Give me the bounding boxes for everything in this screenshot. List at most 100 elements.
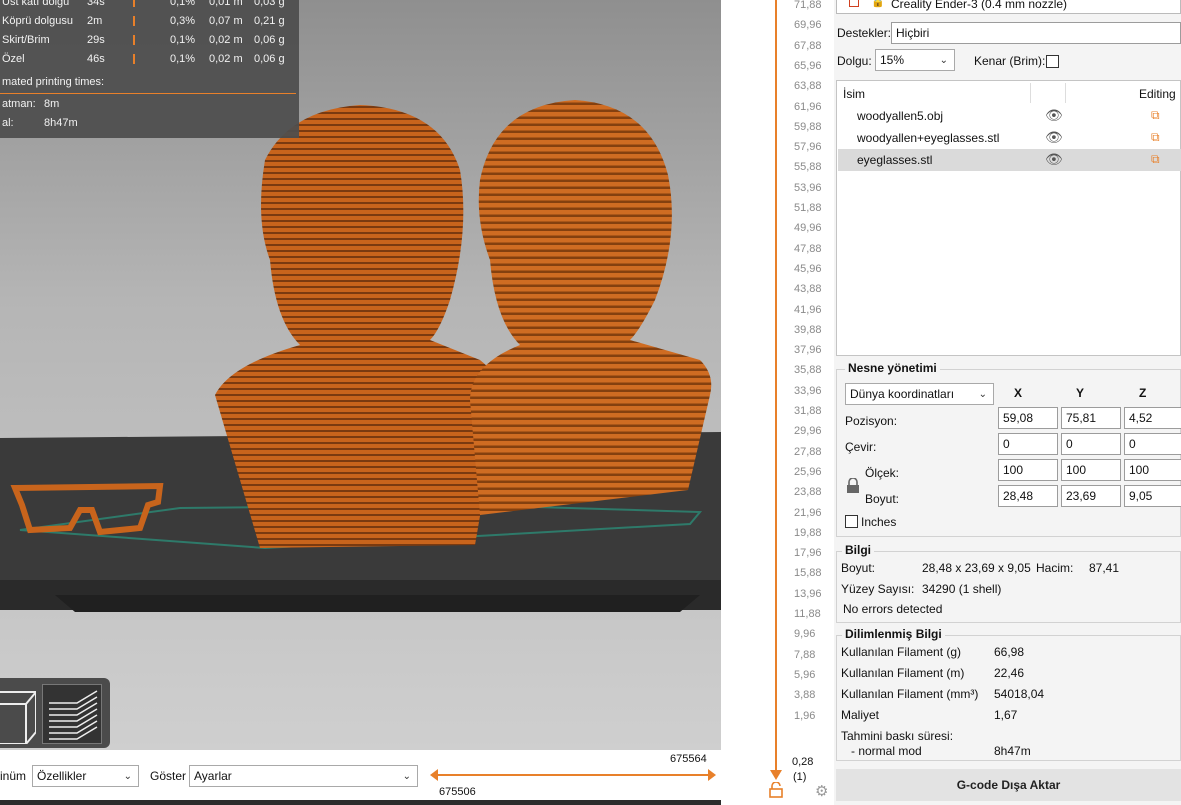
object-list-item[interactable]: woodyallen+eyeglasses.stl 👁 ⧉ — [838, 127, 1181, 149]
object-list-item-selected[interactable]: eyeglasses.stl 👁 ⧉ — [838, 149, 1181, 171]
sliced-row-label: Kullanılan Filament (m) — [841, 666, 965, 680]
column-y-label: Y — [1076, 386, 1085, 400]
rotate-label: Çevir: — [845, 440, 877, 454]
layer-tick-label: 13,96 — [794, 587, 822, 600]
layer-tick-label: 15,88 — [794, 567, 822, 580]
layer-tick-label: 1,96 — [794, 709, 816, 722]
layer-tick-label: 45,96 — [794, 262, 822, 275]
layer-tick-label: 19,88 — [794, 526, 822, 539]
layer-tick-label: 55,88 — [794, 161, 822, 174]
layer-tick-label: 27,88 — [794, 445, 822, 458]
3d-viewport[interactable]: Üst katı dolgu 34s 0,1% 0,01 m 0,03 g Köpr… — [0, 0, 721, 750]
slider-right-thumb-icon — [708, 769, 716, 781]
view-type-select[interactable]: Özellikler ⌄ — [32, 765, 139, 787]
size-z-input[interactable]: 9,05 — [1124, 485, 1181, 507]
layer-number-value: (1) — [793, 771, 807, 783]
chevron-down-icon: ⌄ — [123, 771, 132, 782]
hslider-lower-value: 675506 — [439, 786, 476, 798]
lock-icon[interactable] — [846, 478, 860, 494]
info-volume-value: 87,41 — [1089, 561, 1120, 575]
scale-x-input[interactable]: 100 — [998, 459, 1058, 481]
layer-tick-label: 17,96 — [794, 547, 822, 560]
hslider-upper-value: 675564 — [670, 753, 707, 765]
info-facets-value: 34290 (1 shell) — [922, 582, 1002, 596]
position-z-input[interactable]: 4,52 — [1124, 407, 1181, 429]
layer-tick-label: 63,88 — [794, 80, 822, 93]
layer-tick-label: 41,96 — [794, 303, 822, 316]
layer-tick-label: 53,96 — [794, 181, 822, 194]
layer-tick-label: 23,88 — [794, 486, 822, 499]
supports-select[interactable]: Hiçbiri — [891, 22, 1181, 44]
rotate-y-input[interactable]: 0 — [1061, 433, 1121, 455]
scale-z-input[interactable]: 100 — [1124, 459, 1181, 481]
sliced-row-value: 66,98 — [994, 645, 1025, 659]
info-title: Bilgi — [842, 543, 874, 557]
object-manipulation-title: Nesne yönetimi — [845, 361, 940, 375]
layer-tick-label: 71,88 — [794, 0, 822, 11]
position-y-input[interactable]: 75,81 — [1061, 407, 1121, 429]
sliced-row-value: 1,67 — [994, 708, 1018, 722]
3d-view-button[interactable] — [0, 684, 39, 745]
object-list-item[interactable]: woodyallen5.obj 👁 ⧉ — [838, 105, 1181, 127]
layer-tick-label: 33,96 — [794, 384, 822, 397]
list-header-editing: Editing — [1139, 87, 1176, 101]
rotate-x-input[interactable]: 0 — [998, 433, 1058, 455]
layer-tick-label: 11,88 — [794, 608, 821, 620]
layer-tick-label: 47,88 — [794, 242, 822, 255]
size-label: Boyut: — [865, 492, 900, 506]
sliced-row-value: 22,46 — [994, 666, 1025, 680]
eye-icon[interactable]: 👁 — [1045, 129, 1063, 146]
position-x-input[interactable]: 59,08 — [998, 407, 1058, 429]
size-x-input[interactable]: 28,48 — [998, 485, 1058, 507]
coordinate-system-select[interactable]: Dünya koordinatları ⌄ — [845, 383, 994, 405]
brim-checkbox[interactable] — [1046, 55, 1059, 68]
estimated-times-header: mated printing times: — [2, 76, 105, 88]
inches-checkbox[interactable] — [845, 515, 858, 528]
layer-tick-label: 43,88 — [794, 283, 822, 296]
layer-tick-label: 5,96 — [794, 668, 816, 681]
chevron-down-icon: ⌄ — [402, 771, 411, 782]
sliced-row-label: Kullanılan Filament (mm³) — [841, 687, 979, 701]
eye-icon[interactable]: 👁 — [1045, 151, 1063, 168]
horizontal-move-slider[interactable] — [428, 766, 718, 784]
layer-tick-label: 21,96 — [794, 506, 822, 519]
show-label: Göster — [150, 769, 187, 783]
layer-height-value: 0,28 — [792, 756, 814, 768]
layer-tick-label: 35,88 — [794, 364, 822, 377]
layer-tick-label: 7,88 — [794, 648, 816, 661]
sliced-info-title: Dilimlenmiş Bilgi — [842, 627, 945, 641]
show-select[interactable]: Ayarlar ⌄ — [189, 765, 418, 787]
woody-allen-bust-left — [215, 105, 501, 548]
layer-tick-label: 67,88 — [794, 39, 822, 52]
settings-gear-icon[interactable]: ⚙ — [815, 782, 828, 800]
info-volume-label: Hacim: — [1036, 561, 1074, 575]
list-header-name: İsim — [843, 87, 865, 101]
edit-settings-icon[interactable]: ⧉ — [1151, 108, 1160, 123]
inches-label: Inches — [861, 515, 897, 529]
layer-tick-label: 51,88 — [794, 202, 822, 214]
info-facets-label: Yüzey Sayısı: — [841, 582, 915, 596]
lock-icon[interactable] — [769, 782, 783, 798]
layer-slider-track[interactable] — [766, 0, 786, 790]
rotate-z-input[interactable]: 0 — [1124, 433, 1181, 455]
size-y-input[interactable]: 23,69 — [1061, 485, 1121, 507]
normal-mode-label: - normal mod — [851, 744, 922, 758]
edit-settings-icon[interactable]: ⧉ — [1151, 152, 1160, 167]
layer-tick-label: 37,96 — [794, 344, 822, 357]
layers-icon — [49, 690, 98, 740]
export-gcode-button[interactable]: G-code Dışa Aktar — [836, 769, 1181, 801]
edit-settings-icon[interactable]: ⧉ — [1151, 130, 1160, 145]
infill-select[interactable]: 15% ⌄ — [875, 49, 955, 71]
layer-tick-label: 61,96 — [794, 100, 822, 113]
eye-icon[interactable]: 👁 — [1045, 107, 1063, 124]
layers-view-button[interactable] — [42, 684, 102, 744]
view-mode-buttons — [0, 678, 110, 748]
column-z-label: Z — [1139, 386, 1147, 400]
scale-y-input[interactable]: 100 — [1061, 459, 1121, 481]
lock-icon: 🔒 — [871, 0, 885, 8]
printer-select[interactable]: 🔒 Creality Ender-3 (0.4 mm nozzle) — [836, 0, 1181, 14]
object-list[interactable]: İsim Editing woodyallen5.obj 👁 ⧉ woodyal… — [836, 80, 1181, 356]
sliced-row-value: 54018,04 — [994, 687, 1045, 701]
layer-tick-label: 65,96 — [794, 59, 822, 72]
position-label: Pozisyon: — [845, 414, 898, 428]
